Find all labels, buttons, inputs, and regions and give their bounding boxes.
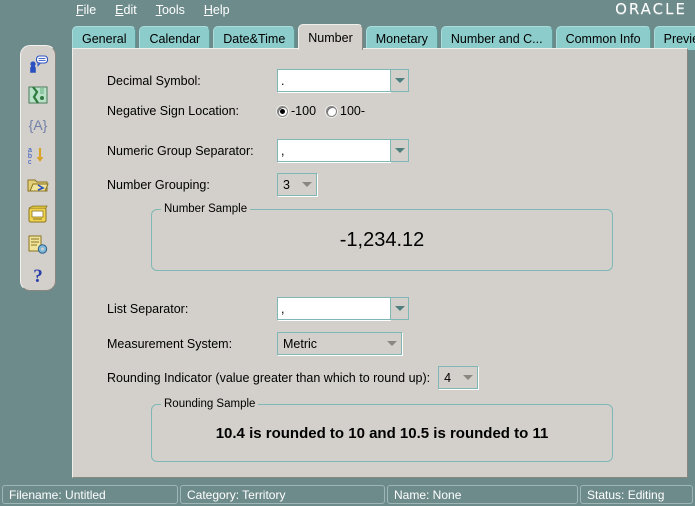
tab-preview-nlt[interactable]: Preview NLT	[654, 26, 695, 50]
number-sample-groupbox: Number Sample -1,234.12	[151, 209, 613, 271]
negative-sign-radio-group: -100 100-	[277, 104, 365, 118]
abc-sort-icon[interactable]: a b c	[25, 144, 51, 166]
radio-button-100-minus[interactable]	[326, 106, 337, 117]
chevron-down-icon	[463, 375, 473, 380]
menu-mnemonic: F	[76, 3, 84, 17]
chevron-down-icon	[387, 341, 397, 346]
tab-common-info[interactable]: Common Info	[556, 26, 651, 50]
number-sample-body: -1,234.12	[152, 210, 612, 270]
question-mark-icon[interactable]: ?	[25, 264, 51, 286]
tab-calendar[interactable]: Calendar	[139, 26, 210, 50]
list-separator-dropdown-button[interactable]	[390, 297, 409, 320]
menu-label-rest: ile	[84, 3, 97, 17]
rounding-indicator-label: Rounding Indicator (value greater than w…	[107, 371, 430, 385]
decimal-symbol-input[interactable]: .	[277, 69, 390, 92]
group-separator-input[interactable]: ,	[277, 139, 390, 162]
number-sample-title: Number Sample	[161, 203, 250, 215]
status-state: Status: Editing	[580, 485, 693, 504]
map-icon[interactable]	[25, 84, 51, 106]
menu-mnemonic: E	[115, 3, 123, 17]
status-bar: Filename: Untitled Category: Territory N…	[0, 483, 695, 506]
list-separator-label: List Separator:	[107, 302, 277, 316]
svg-text:c: c	[28, 159, 32, 165]
list-separator-input[interactable]: ,	[277, 297, 390, 320]
rounding-sample-groupbox: Rounding Sample 10.4 is rounded to 10 an…	[151, 404, 613, 462]
group-separator-combo[interactable]: ,	[277, 139, 409, 162]
rounding-indicator-row: Rounding Indicator (value greater than w…	[107, 366, 478, 389]
status-category: Category: Territory	[180, 485, 385, 504]
status-filename: Filename: Untitled	[2, 485, 178, 504]
menu-bar: File Edit Tools Help	[0, 0, 695, 20]
chevron-down-icon	[395, 78, 405, 83]
decimal-symbol-combo[interactable]: .	[277, 69, 409, 92]
radio-button-minus-100[interactable]	[277, 106, 288, 117]
tab-date-time[interactable]: Date&Time	[213, 26, 295, 50]
measurement-system-value: Metric	[283, 337, 381, 351]
svg-text:?: ?	[33, 266, 43, 285]
braces-a-icon[interactable]: {A}	[25, 114, 51, 136]
radio-option-minus-100[interactable]: -100	[277, 104, 316, 118]
tab-bar: General Calendar Date&Time Number Moneta…	[72, 24, 688, 50]
chevron-down-icon	[395, 306, 405, 311]
group-separator-row: Numeric Group Separator: ,	[107, 139, 437, 162]
number-grouping-value: 3	[283, 178, 296, 192]
number-grouping-row: Number Grouping: 3	[107, 173, 437, 196]
measurement-system-combo[interactable]: Metric	[277, 332, 402, 355]
menu-item-file[interactable]: File	[76, 3, 96, 17]
rounding-indicator-value: 4	[444, 371, 457, 385]
decimal-symbol-label: Decimal Symbol:	[107, 74, 277, 88]
decimal-symbol-dropdown-button[interactable]	[390, 69, 409, 92]
negative-sign-row: Negative Sign Location: -100 100-	[107, 104, 437, 118]
measurement-system-row: Measurement System: Metric	[107, 332, 437, 355]
decimal-symbol-row: Decimal Symbol: .	[107, 69, 437, 92]
rounding-sample-title: Rounding Sample	[161, 398, 258, 410]
chevron-down-icon	[302, 182, 312, 187]
tab-number[interactable]: Number	[298, 24, 362, 50]
menu-mnemonic: H	[204, 3, 213, 17]
oracle-logo: ORACLE	[615, 1, 687, 17]
group-separator-label: Numeric Group Separator:	[107, 144, 277, 158]
notebook-icon[interactable]	[25, 204, 51, 226]
menu-label-rest: dit	[124, 3, 137, 17]
negative-sign-label: Negative Sign Location:	[107, 104, 277, 118]
number-sample-value: -1,234.12	[340, 229, 425, 252]
measurement-system-label: Measurement System:	[107, 337, 277, 351]
status-name: Name: None	[387, 485, 578, 504]
svg-text:{A}: {A}	[29, 117, 48, 133]
number-grouping-label: Number Grouping:	[107, 178, 277, 192]
tool-sidebar: {A} a b c	[20, 45, 56, 291]
user-speech-icon[interactable]	[25, 54, 51, 76]
number-grouping-combo[interactable]: 3	[277, 173, 317, 196]
radio-option-100-minus[interactable]: 100-	[326, 104, 365, 118]
number-settings-panel: Decimal Symbol: . Negative Sign Location…	[72, 48, 688, 478]
rounding-sample-body: 10.4 is rounded to 10 and 10.5 is rounde…	[152, 405, 612, 461]
folder-open-icon[interactable]	[25, 174, 51, 196]
menu-item-help[interactable]: Help	[204, 3, 230, 17]
tab-monetary[interactable]: Monetary	[366, 26, 438, 50]
document-gear-icon[interactable]	[25, 234, 51, 256]
menu-item-edit[interactable]: Edit	[115, 3, 137, 17]
rounding-sample-value: 10.4 is rounded to 10 and 10.5 is rounde…	[216, 425, 549, 442]
menu-item-tools[interactable]: Tools	[156, 3, 185, 17]
list-separator-row: List Separator: ,	[107, 297, 437, 320]
list-separator-combo[interactable]: ,	[277, 297, 409, 320]
chevron-down-icon	[395, 148, 405, 153]
menu-label-rest: ools	[162, 3, 185, 17]
tab-number-and-c[interactable]: Number and C...	[441, 26, 553, 50]
group-separator-dropdown-button[interactable]	[390, 139, 409, 162]
tab-general[interactable]: General	[72, 26, 136, 50]
menu-label-rest: elp	[213, 3, 230, 17]
rounding-indicator-combo[interactable]: 4	[438, 366, 478, 389]
